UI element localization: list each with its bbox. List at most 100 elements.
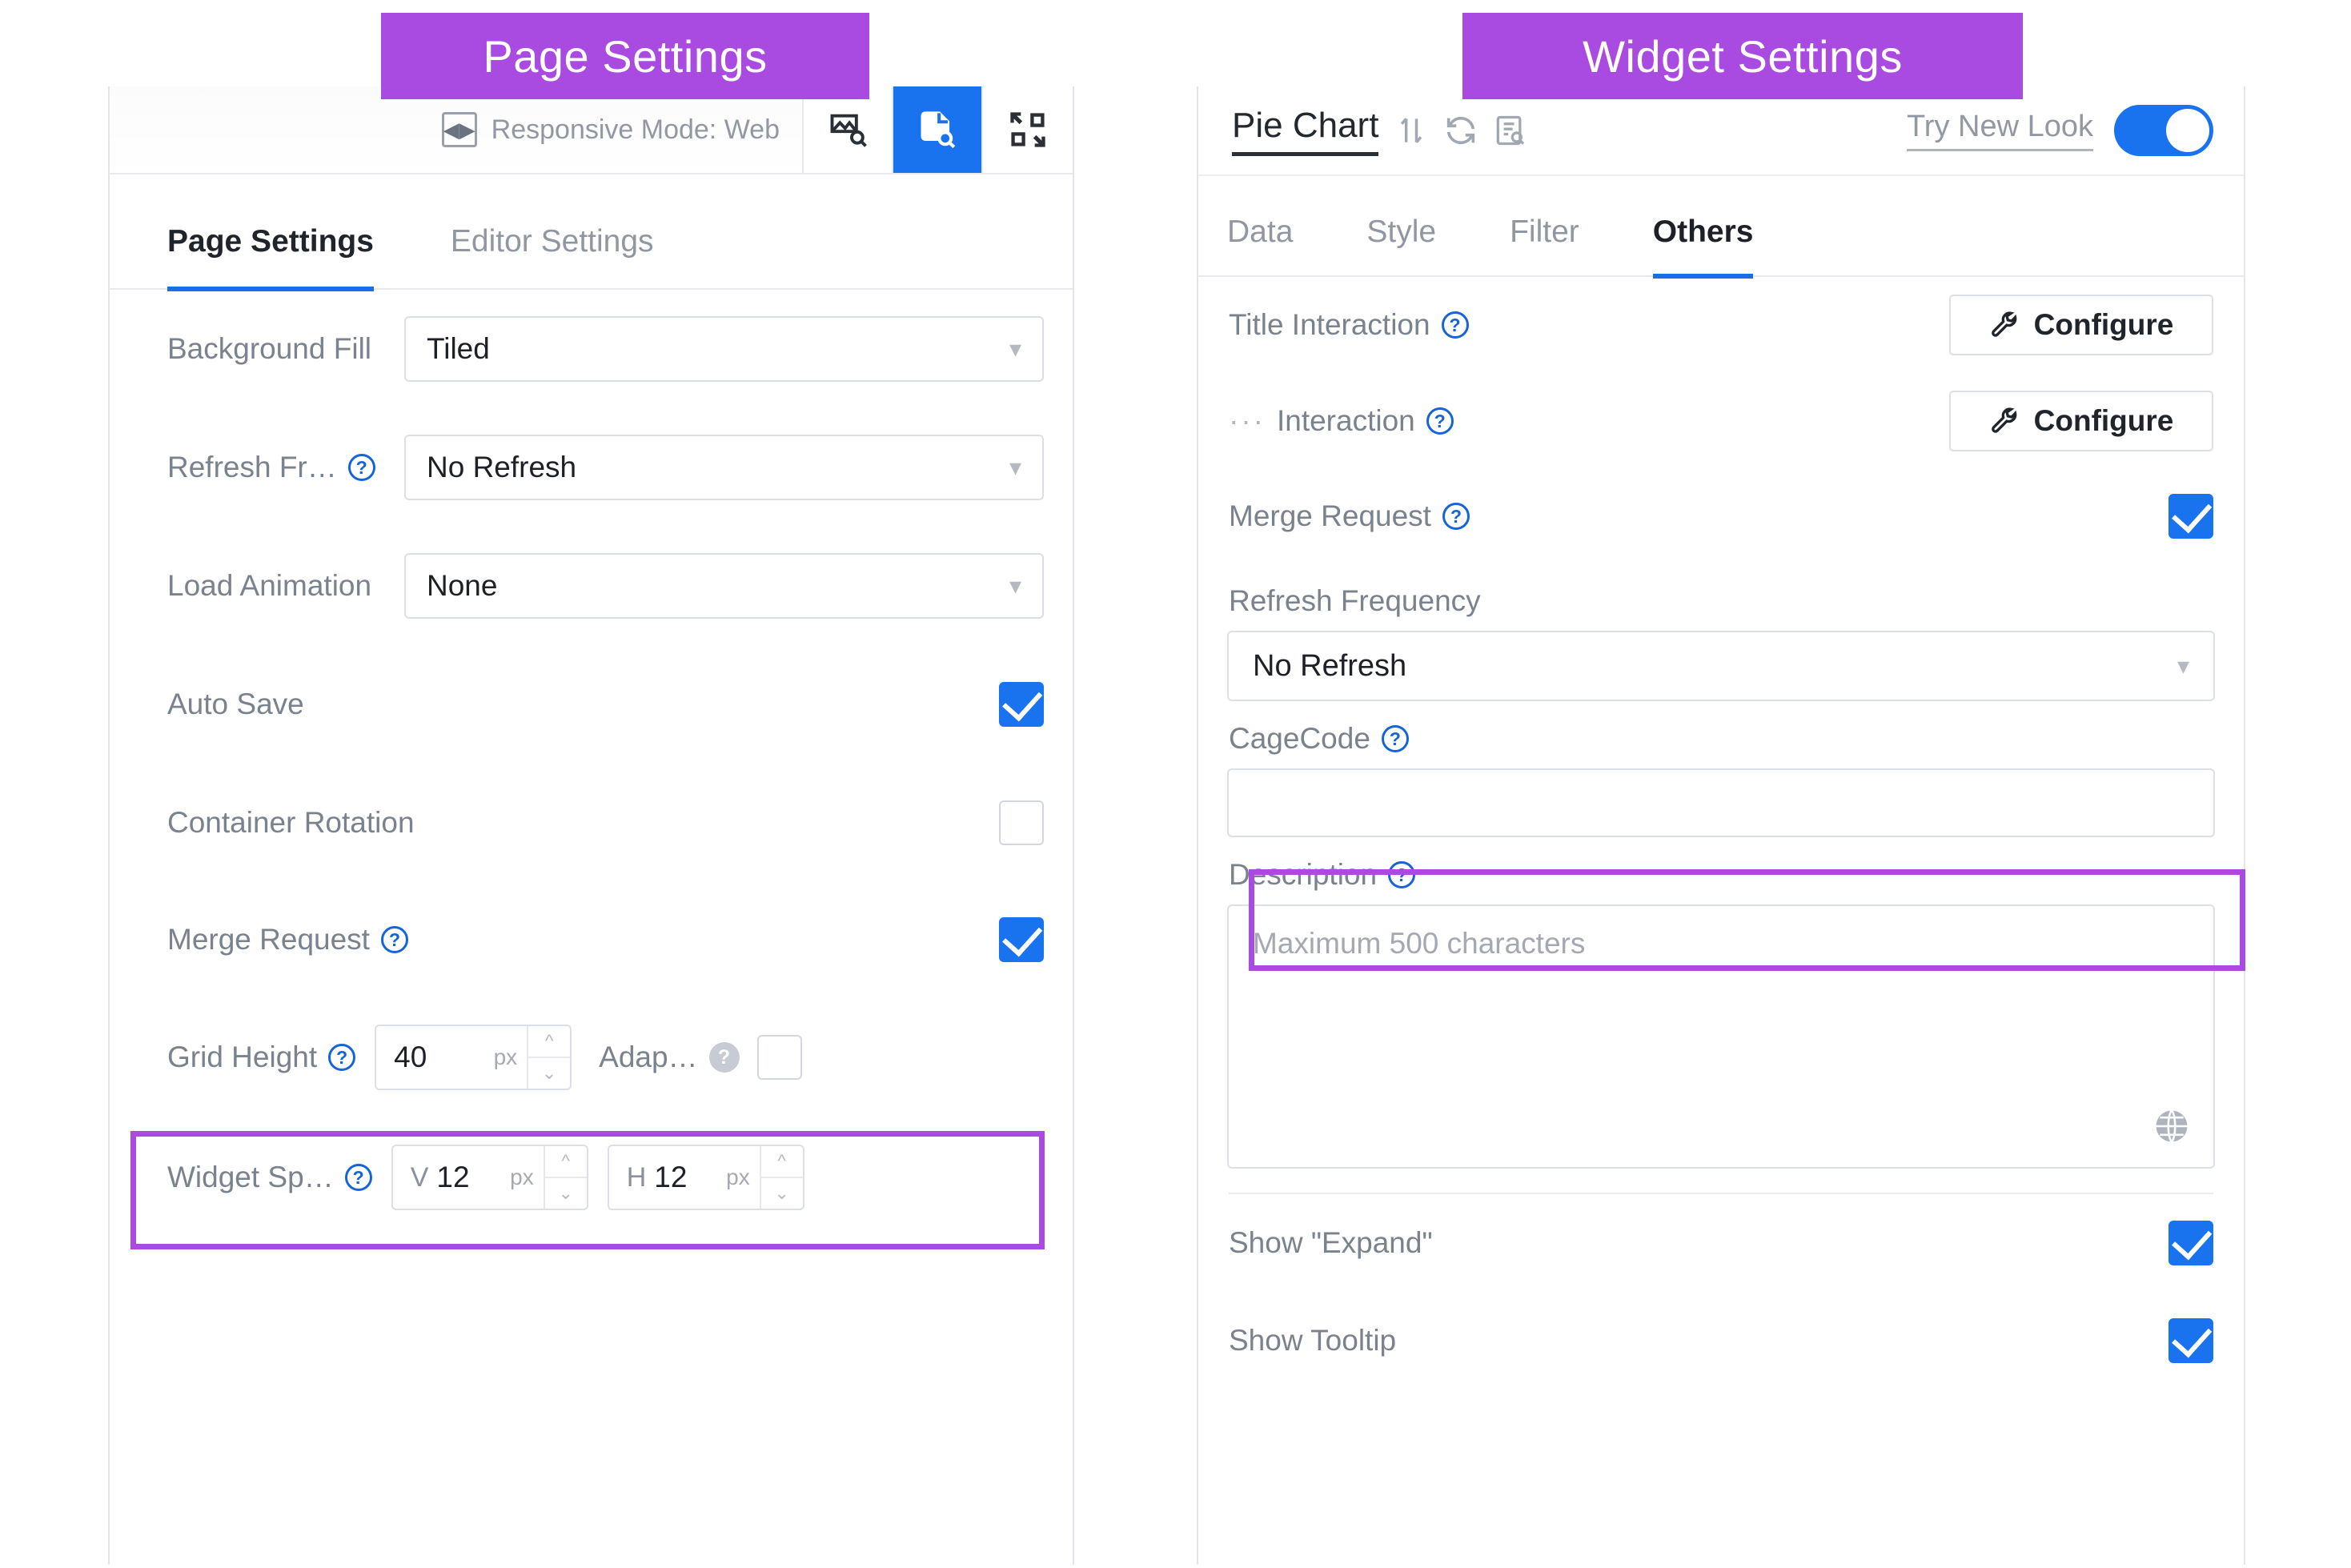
help-icon[interactable]: ? <box>1382 725 1409 752</box>
widget-spacing-vertical-stepper[interactable]: V 12 px ^ ⌄ <box>391 1145 588 1210</box>
widget-settings-callout-banner: Widget Settings <box>1462 13 2023 99</box>
widget-settings-panel: Pie Chart Try New Look <box>1197 86 2245 1565</box>
fullscreen-icon-button[interactable] <box>983 86 1073 173</box>
page-settings-tabs: Page Settings Editor Settings <box>110 174 1073 290</box>
widget-title[interactable]: Pie Chart <box>1232 106 1378 156</box>
merge-request-checkbox[interactable] <box>2168 494 2213 539</box>
chevron-down-icon[interactable]: ⌄ <box>545 1178 587 1209</box>
show-expand-checkbox[interactable] <box>2168 1221 2213 1265</box>
row-grid-height: Grid Height ? 40 px ^ ⌄ <box>110 997 1044 1117</box>
help-icon[interactable]: ? <box>381 926 408 953</box>
responsive-mode-control[interactable]: ◀▶ Responsive Mode: Web <box>110 86 804 173</box>
description-text: Description <box>1229 858 1377 892</box>
page-settings-panel: ◀▶ Responsive Mode: Web <box>108 86 1074 1565</box>
auto-save-label: Auto Save <box>167 688 304 721</box>
page-settings-icon-button[interactable] <box>893 86 983 173</box>
page-settings-icon <box>917 109 958 150</box>
refresh-frequency-value: No Refresh <box>427 451 576 484</box>
chevron-down-icon: ▾ <box>1009 572 1021 600</box>
refresh-icon[interactable] <box>1442 112 1479 149</box>
refresh-frequency-label: Refresh Frequency <box>1229 584 2215 618</box>
help-icon[interactable]: ? <box>348 454 375 481</box>
screenshot-root: ◀▶ Responsive Mode: Web <box>0 0 2351 1568</box>
chevron-up-icon[interactable]: ^ <box>761 1146 803 1178</box>
interaction-configure-button[interactable]: Configure <box>1949 391 2213 451</box>
title-interaction-configure-button[interactable]: Configure <box>1949 295 2213 355</box>
grid-height-label: Grid Height ? <box>167 1041 355 1074</box>
configure-label: Configure <box>2034 404 2174 438</box>
show-tooltip-label: Show Tooltip <box>1229 1324 1396 1357</box>
data-preview-icon[interactable] <box>1492 113 1527 148</box>
chevron-down-icon: ▾ <box>1009 454 1021 482</box>
help-icon[interactable]: ? <box>1388 861 1415 888</box>
chevron-up-icon[interactable]: ^ <box>528 1026 570 1058</box>
widget-spacing-vertical-value: 12 <box>436 1161 469 1194</box>
try-new-look-label[interactable]: Try New Look <box>1907 110 2093 151</box>
responsive-width-icon: ◀▶ <box>442 112 477 147</box>
image-preview-icon-button[interactable] <box>804 86 893 173</box>
chevron-down-icon: ▾ <box>1009 335 1021 363</box>
cagecode-input[interactable] <box>1227 768 2215 837</box>
row-background-fill: Background Fill Tiled ▾ <box>110 290 1044 408</box>
help-icon[interactable]: ? <box>1442 503 1470 530</box>
row-show-tooltip: Show Tooltip <box>1227 1292 2215 1390</box>
refresh-frequency-value: No Refresh <box>1253 649 1406 684</box>
wrench-icon <box>1989 405 2021 437</box>
help-icon[interactable]: ? <box>1426 407 1454 435</box>
help-icon[interactable]: ? <box>345 1164 372 1191</box>
help-icon[interactable]: ? <box>709 1042 740 1073</box>
description-textarea[interactable]: Maximum 500 characters <box>1227 904 2215 1169</box>
load-animation-label: Load Animation <box>167 569 383 603</box>
background-fill-value: Tiled <box>427 332 490 366</box>
tab-data[interactable]: Data <box>1227 215 1293 279</box>
globe-icon[interactable] <box>2151 1105 2193 1151</box>
grid-height-text: Grid Height <box>167 1041 317 1074</box>
widget-spacing-horizontal-input[interactable]: H 12 px <box>609 1146 761 1209</box>
fullscreen-icon <box>1007 109 1049 150</box>
tab-editor-settings[interactable]: Editor Settings <box>451 224 654 291</box>
widget-spacing-vertical-arrows[interactable]: ^ ⌄ <box>545 1146 587 1209</box>
adaptive-label: Adap… ? <box>599 1041 739 1074</box>
refresh-frequency-select[interactable]: No Refresh ▾ <box>404 435 1044 500</box>
tab-others[interactable]: Others <box>1653 215 1754 279</box>
help-icon[interactable]: ? <box>328 1044 355 1071</box>
interaction-dots-prefix: ··· <box>1229 404 1266 438</box>
widget-spacing-vertical-input[interactable]: V 12 px <box>393 1146 545 1209</box>
grid-height-input[interactable]: 40 px <box>376 1026 528 1089</box>
widget-spacing-label: Widget Sp… ? <box>167 1161 372 1194</box>
interaction-label: ··· Interaction ? <box>1229 404 1454 438</box>
background-fill-select[interactable]: Tiled ▾ <box>404 316 1044 382</box>
show-tooltip-checkbox[interactable] <box>2168 1318 2213 1363</box>
adaptive-checkbox[interactable] <box>757 1035 802 1080</box>
merge-request-checkbox[interactable] <box>999 917 1044 962</box>
tab-filter[interactable]: Filter <box>1510 215 1579 279</box>
chevron-down-icon[interactable]: ⌄ <box>761 1178 803 1209</box>
widget-spacing-horizontal-arrows[interactable]: ^ ⌄ <box>761 1146 803 1209</box>
title-interaction-text: Title Interaction <box>1229 308 1430 342</box>
row-auto-save: Auto Save <box>110 645 1044 764</box>
tab-style[interactable]: Style <box>1366 215 1436 279</box>
chevron-down-icon[interactable]: ⌄ <box>528 1058 570 1089</box>
help-icon[interactable]: ? <box>1442 311 1469 339</box>
widget-settings-callout-label: Widget Settings <box>1583 30 1903 82</box>
refresh-frequency-select[interactable]: No Refresh ▾ <box>1227 631 2215 701</box>
grid-height-stepper[interactable]: 40 px ^ ⌄ <box>375 1025 572 1090</box>
page-toolbar: ◀▶ Responsive Mode: Web <box>110 86 1073 174</box>
widget-spacing-horizontal-stepper[interactable]: H 12 px ^ ⌄ <box>608 1145 804 1210</box>
row-widget-spacing: Widget Sp… ? V 12 px ^ ⌄ <box>110 1117 1044 1237</box>
container-rotation-checkbox[interactable] <box>999 800 1044 845</box>
load-animation-select[interactable]: None ▾ <box>404 553 1044 619</box>
auto-save-checkbox[interactable] <box>999 682 1044 727</box>
interaction-text: Interaction <box>1277 404 1415 438</box>
try-new-look-toggle[interactable] <box>2114 105 2213 156</box>
tab-page-settings[interactable]: Page Settings <box>167 224 374 291</box>
row-interaction: ··· Interaction ? Configure <box>1227 373 2215 469</box>
grid-height-arrows[interactable]: ^ ⌄ <box>528 1026 570 1089</box>
container-rotation-label: Container Rotation <box>167 806 415 840</box>
show-tooltip-checkbox-wrap <box>2168 1318 2213 1363</box>
chevron-up-icon[interactable]: ^ <box>545 1146 587 1178</box>
description-placeholder: Maximum 500 characters <box>1253 927 1585 960</box>
wrench-icon <box>1989 309 2021 341</box>
sort-icon[interactable] <box>1394 113 1430 148</box>
adaptive-text: Adap… <box>599 1041 697 1074</box>
